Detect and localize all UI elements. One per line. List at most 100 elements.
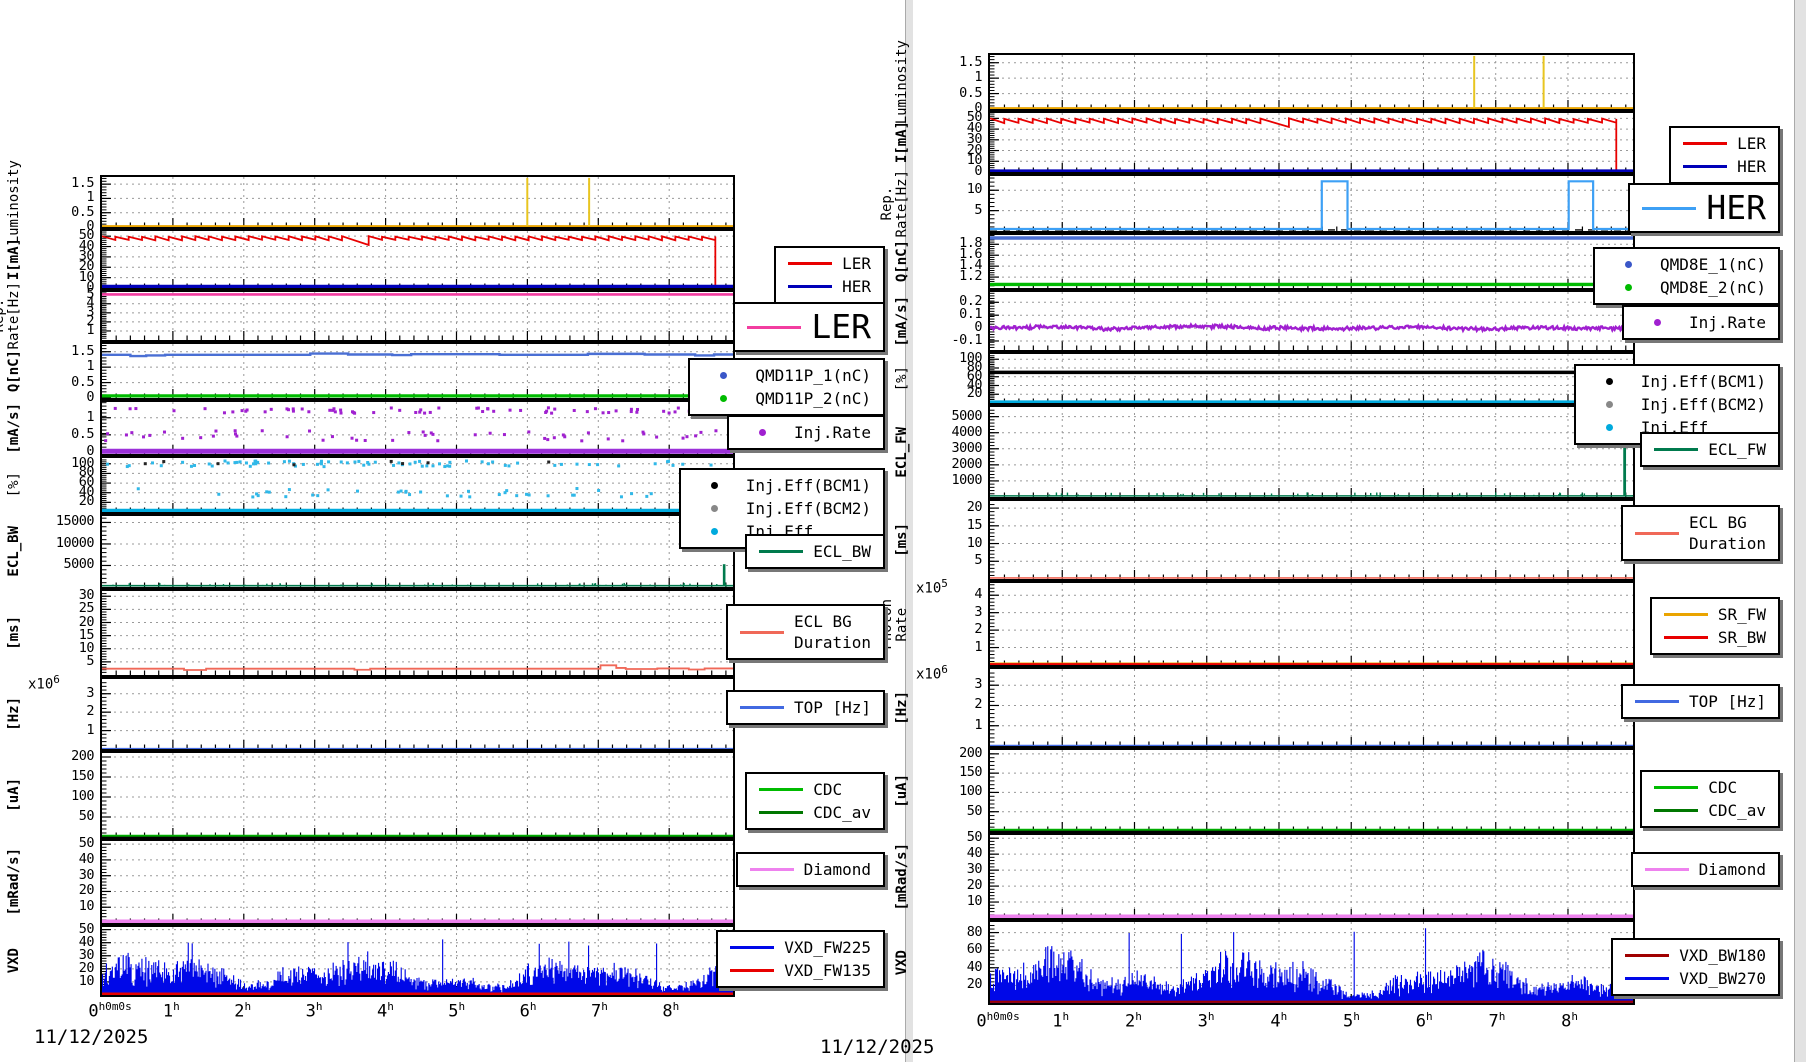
ylabel-lumi: Luminosity [866,53,910,111]
ytick-label: 5000 [22,556,94,572]
ytick-label: 30 [22,867,94,883]
dot-marker-icon [1654,319,1661,326]
legend-label: TOP [Hz] [1689,691,1766,712]
legend-label: Inj.Rate [794,422,871,443]
ytick-label: 1 [22,358,94,374]
plot-her-hz [988,667,1635,748]
ytick-label: 40 [910,845,982,861]
line-marker-icon [750,868,794,871]
plot-ler-ima [100,229,735,290]
legend-entry: CDC [759,779,871,800]
ytick-label: 3000 [910,440,982,456]
legend-label: Inj.Rate [1689,312,1766,333]
dot-marker-icon [720,395,727,402]
legend-label: Inj.Eff(BCM1) [1641,371,1766,392]
ylabel-rep: Rep.Rate[Hz] [0,290,22,342]
legend-label: Diamond [804,859,871,880]
ytick-label: 150 [910,764,982,780]
plot-her-mas [988,290,1635,352]
ytick-label: 5000 [910,408,982,424]
xtick-label: 5h [1311,1010,1391,1032]
legend-label: HER [1737,156,1766,177]
ytick-label: 10 [910,181,982,197]
legend-label: SR_BW [1718,627,1766,648]
plot-her-pct [988,352,1635,405]
ytick-label: 50 [22,808,94,824]
ytick-label: 100 [910,350,982,366]
ylabel-vxd: VXD [0,925,22,997]
ytick-label: 100 [22,455,94,471]
ytick-label: 1 [22,189,94,205]
ytick-label: 20 [910,976,982,992]
legend-entry: TOP [Hz] [1635,691,1766,712]
legend-entry: Inj.Rate [1636,312,1766,333]
legend-entry: QMD11P_2(nC) [702,388,871,409]
legend-box: ECL BG Duration [726,604,885,660]
legend-entry: Diamond [750,859,871,880]
legend-entry: HER [1683,156,1766,177]
legend-box: Inj.Rate [1622,305,1780,340]
xtick-label: 8h [1530,1010,1610,1032]
date-label-her: 11/12/2025 [820,1036,934,1058]
legend-label: ECL BG Duration [794,611,871,653]
legend-box: TOP [Hz] [726,690,885,725]
legend-entry: SR_FW [1664,604,1766,625]
plot-ler-q [100,342,735,400]
dot-marker-icon [720,372,727,379]
xtick-label: 8h [631,1000,711,1022]
exp-label-photon: x105 [916,577,948,597]
line-marker-icon [1642,207,1696,210]
line-marker-icon [759,811,803,814]
line-marker-icon [740,631,784,634]
ytick-label: 4000 [910,424,982,440]
legend-entry: QMD11P_1(nC) [702,365,871,386]
ytick-label: 3 [910,604,982,620]
legend-entry: ECL BG Duration [1635,512,1766,554]
ytick-label: 0.5 [22,426,94,442]
legend-entry: Diamond [1645,859,1766,880]
legend-box: TOP [Hz] [1621,684,1780,719]
plot-ler-vxd [100,925,735,997]
ytick-label: 10 [22,898,94,914]
legend-label: CDC_av [1708,800,1766,821]
ytick-label: 50 [910,829,982,845]
legend-box: Diamond [1631,852,1780,887]
legend-label: CDC [1708,777,1737,798]
ylabel-ua: [uA] [0,751,22,839]
legend-entry: CDC_av [1654,800,1766,821]
exp-label-hz: x106 [916,663,948,683]
plot-ler-lumi [100,175,735,229]
ytick-label: 1.5 [22,175,94,191]
legend-entry: VXD_FW225 [730,937,871,958]
xtick-label: 4h [1239,1010,1319,1032]
legend-label: LER [811,309,871,345]
plot-ler-eclbw [100,514,735,589]
ytick-label: 50 [910,803,982,819]
ylabel-q: Q[nC] [0,342,22,400]
legend-label: QMD11P_1(nC) [755,365,871,386]
legend-box: ECL_FW [1640,432,1780,467]
line-marker-icon [1654,448,1698,451]
ytick-label: 1.8 [910,235,982,251]
ylabel-ima: I[mA] [0,229,22,290]
ytick-label: 1 [910,69,982,85]
line-marker-icon [1683,165,1727,168]
legend-box: VXD_BW180VXD_BW270 [1611,938,1780,996]
ylabel-lumi: Luminosity [0,175,22,229]
ytick-label: 15000 [22,513,94,529]
legend-entry: VXD_BW180 [1625,945,1766,966]
ylabel-ms: [ms] [0,589,22,677]
line-marker-icon [1664,636,1708,639]
ytick-label: 50 [22,227,94,243]
line-marker-icon [730,969,774,972]
plot-her-ima [988,111,1635,174]
legend-label: ECL_FW [1708,439,1766,460]
dot-marker-icon [711,482,718,489]
legend-label: VXD_BW270 [1679,968,1766,989]
plot-ler-rep [100,290,735,342]
line-marker-icon [1654,786,1698,789]
line-marker-icon [1664,613,1708,616]
legend-box: QMD11P_1(nC)QMD11P_2(nC) [688,358,885,416]
legend-box: SR_FWSR_BW [1650,597,1780,655]
legend-entry: LER [788,253,871,274]
